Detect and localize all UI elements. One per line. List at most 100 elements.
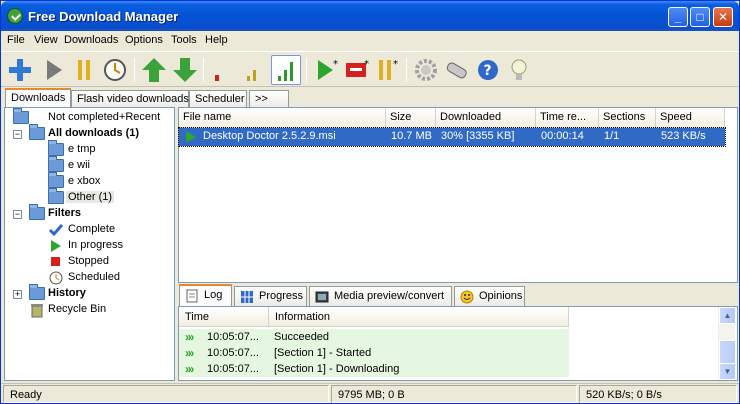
tab-media-preview[interactable]: Media preview/convert: [309, 286, 452, 306]
download-sections: 1/1: [604, 130, 620, 142]
tree-item-all-downloads[interactable]: − All downloads (1): [13, 124, 173, 142]
menu-tools[interactable]: Tools: [171, 34, 197, 46]
folder-icon: [29, 124, 45, 140]
scroll-thumb[interactable]: [719, 340, 736, 364]
tree-label: Complete: [68, 223, 116, 235]
tree-item-filters[interactable]: − Filters: [13, 204, 173, 222]
download-row[interactable]: Desktop Doctor 2.5.2.9.msi 10.7 MB 30% […: [178, 127, 726, 147]
downloading-play-icon: [186, 131, 196, 143]
checkmark-icon: [48, 224, 64, 237]
app-window: Free Download Manager _ □ ✕ File View Do…: [0, 0, 740, 404]
tree-label: Stopped: [68, 255, 109, 267]
close-button[interactable]: ✕: [713, 7, 733, 27]
log-row[interactable]: »» 10:05:07... [Section 1] - Downloading: [179, 361, 569, 377]
pause-button[interactable]: [69, 55, 99, 85]
column-header-file-name[interactable]: File name: [179, 108, 386, 128]
tab-progress[interactable]: Progress: [234, 286, 307, 306]
start-button[interactable]: [38, 55, 68, 85]
menu-bar: File View Downloads Options Tools Help: [1, 31, 739, 51]
column-header-speed[interactable]: Speed: [656, 108, 725, 128]
add-icon: [9, 59, 31, 81]
collapse-icon[interactable]: −: [13, 210, 22, 219]
speed-high-button[interactable]: [271, 55, 301, 85]
column-header-size[interactable]: Size: [386, 108, 436, 128]
window-title: Free Download Manager: [28, 9, 179, 24]
add-download-button[interactable]: [5, 55, 35, 85]
pause-all-button[interactable]: *: [373, 55, 403, 85]
tree-label: e tmp: [68, 143, 96, 155]
tree-label: e wii: [68, 159, 91, 171]
scroll-up-button[interactable]: ▲: [719, 307, 736, 324]
tree-label: Recycle Bin: [48, 303, 107, 315]
column-header-time-remaining[interactable]: Time re...: [536, 108, 599, 128]
tab-downloads[interactable]: Downloads: [5, 88, 71, 108]
menu-help[interactable]: Help: [205, 34, 228, 46]
settings-button[interactable]: [411, 55, 441, 85]
smiley-icon: [460, 290, 474, 304]
column-header-time[interactable]: Time: [179, 307, 269, 327]
collapse-icon[interactable]: −: [13, 130, 22, 139]
stop-all-button[interactable]: *: [342, 55, 372, 85]
status-text: 520 KB/s; 0 B/s: [586, 389, 662, 401]
move-up-button[interactable]: [139, 55, 169, 85]
tree-item-folder[interactable]: e wii: [13, 156, 173, 174]
speed-medium-button[interactable]: [239, 55, 269, 85]
expand-icon[interactable]: +: [13, 290, 22, 299]
tree-label: Not completed+Recent: [48, 111, 161, 123]
log-list: Time Information »» 10:05:07... Succeede…: [178, 306, 738, 381]
tab-opinions[interactable]: Opinions: [454, 286, 525, 306]
tab-log[interactable]: Log: [179, 284, 232, 306]
tab-label: Log: [204, 289, 223, 301]
recycle-bin-icon: [31, 304, 43, 318]
pause-icon: [78, 60, 90, 80]
maximize-button[interactable]: □: [690, 7, 710, 27]
column-header-information[interactable]: Information: [269, 307, 569, 327]
log-document-icon: [186, 289, 198, 303]
stop-all-icon: *: [346, 59, 369, 77]
tree-item-folder[interactable]: e xbox: [13, 172, 173, 190]
tree-label: Scheduled: [68, 271, 120, 283]
tips-button[interactable]: [504, 55, 534, 85]
menu-downloads[interactable]: Downloads: [64, 34, 118, 46]
status-bar: Ready 9795 MB; 0 B 520 KB/s; 0 B/s: [1, 383, 739, 403]
tab-scheduler[interactable]: Scheduler: [189, 90, 247, 108]
downloads-list: File name Size Downloaded Time re... Sec…: [178, 107, 738, 283]
tree-item-complete[interactable]: Complete: [13, 222, 173, 238]
success-arrows-icon: »»: [185, 330, 194, 344]
scheduler-button[interactable]: [100, 55, 130, 85]
tab-more[interactable]: >>: [249, 90, 289, 108]
tree-item-stopped[interactable]: Stopped: [13, 254, 173, 270]
tree-label: All downloads (1): [48, 127, 140, 139]
tab-label: Progress: [259, 290, 304, 302]
move-up-icon: [142, 58, 166, 82]
help-button[interactable]: ?: [473, 55, 503, 85]
speed-low-button[interactable]: [208, 55, 238, 85]
svg-text:*: *: [364, 59, 369, 70]
log-row[interactable]: »» 10:05:07... Succeeded: [179, 329, 569, 345]
log-scrollbar[interactable]: ▲ ▼: [718, 307, 736, 380]
column-header-downloaded[interactable]: Downloaded: [436, 108, 536, 128]
skins-button[interactable]: [442, 55, 472, 85]
log-row[interactable]: »» 10:05:07... [Section 1] - Started: [179, 345, 569, 361]
minimize-button[interactable]: _: [668, 7, 688, 27]
start-all-button[interactable]: *: [311, 55, 341, 85]
tree-item-history[interactable]: + History: [13, 284, 173, 302]
menu-view[interactable]: View: [34, 34, 58, 46]
menu-options[interactable]: Options: [125, 34, 163, 46]
title-bar[interactable]: Free Download Manager _ □ ✕: [1, 1, 739, 31]
menu-file[interactable]: File: [7, 34, 25, 46]
tab-label: Opinions: [479, 290, 523, 302]
move-down-button[interactable]: [170, 55, 200, 85]
column-header-sections[interactable]: Sections: [599, 108, 656, 128]
stop-icon: [51, 257, 60, 266]
scroll-down-button[interactable]: ▼: [719, 363, 736, 380]
tree-item-recycle-bin[interactable]: Recycle Bin: [13, 302, 173, 318]
status-text: 9795 MB; 0 B: [338, 389, 405, 401]
tree-item-in-progress[interactable]: In progress: [13, 238, 173, 254]
tips-bulb-icon: [511, 59, 527, 80]
tab-flash-video-downloads[interactable]: Flash video downloads: [71, 90, 189, 108]
skins-icon: [446, 62, 467, 79]
tree-item-folder[interactable]: e tmp: [13, 140, 173, 158]
tree-label: e xbox: [68, 175, 101, 187]
svg-text:?: ?: [484, 63, 492, 79]
